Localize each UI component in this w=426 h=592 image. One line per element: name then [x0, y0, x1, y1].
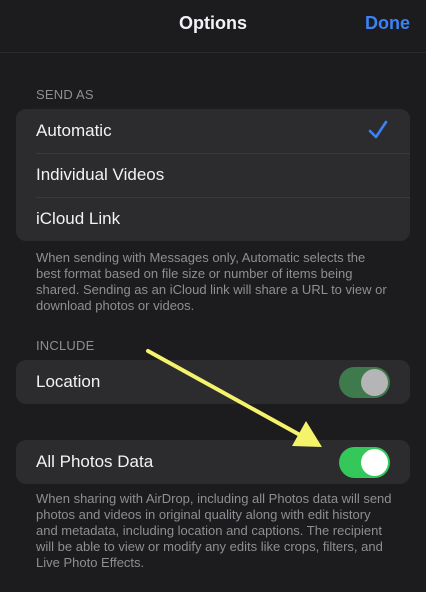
checkmark-icon	[368, 119, 388, 146]
send-as-footnote: When sending with Messages only, Automat…	[36, 250, 387, 313]
all-photos-data-group: All Photos Data	[16, 440, 410, 484]
option-automatic[interactable]: Automatic	[16, 109, 410, 153]
send-as-group: Automatic Individual Videos iCloud Link	[16, 109, 410, 241]
option-icloud-link[interactable]: iCloud Link	[16, 197, 410, 241]
toggle-knob	[361, 369, 388, 396]
include-header: INCLUDE	[36, 338, 95, 353]
all-photos-data-label: All Photos Data	[36, 452, 154, 471]
location-label: Location	[36, 372, 101, 391]
all-photos-data-row: All Photos Data	[16, 440, 410, 484]
toggle-knob	[361, 449, 388, 476]
option-label: Individual Videos	[36, 165, 165, 184]
page-title: Options	[179, 13, 247, 33]
option-individual-videos[interactable]: Individual Videos	[16, 153, 410, 197]
done-button[interactable]: Done	[365, 13, 410, 34]
location-row: Location	[16, 360, 410, 404]
location-group: Location	[16, 360, 410, 404]
location-toggle[interactable]	[339, 367, 390, 398]
option-label: Automatic	[36, 121, 112, 140]
option-label: iCloud Link	[36, 209, 121, 228]
include-footnote: When sharing with AirDrop, including all…	[36, 491, 392, 570]
navigation-bar: Options Done	[0, 0, 426, 53]
all-photos-data-toggle[interactable]	[339, 447, 390, 478]
send-as-header: SEND AS	[36, 87, 94, 102]
